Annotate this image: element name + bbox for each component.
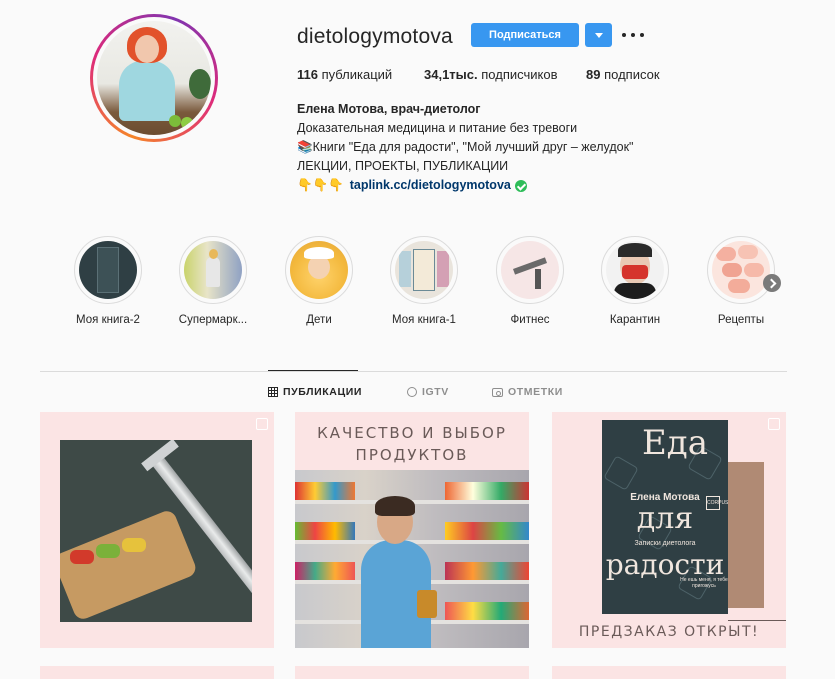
post-decor-block [728, 462, 764, 608]
post-thumbnail[interactable]: КАЧЕСТВО И ВЫБОР ПРОДУКТОВ [295, 412, 529, 648]
posts-label: публикаций [321, 67, 393, 82]
post-thumbnail[interactable] [40, 412, 274, 648]
tab-label: ОТМЕТКИ [508, 386, 563, 398]
post-title-line: ПРОДУКТОВ [355, 446, 469, 464]
post-image [60, 440, 252, 622]
dropdown-chevron-icon [594, 32, 603, 38]
profile-bio: Елена Мотова, врач-диетолог Доказательна… [297, 100, 633, 195]
highlight-my-book-2[interactable]: Моя книга-2 [68, 236, 148, 326]
active-tab-indicator [268, 370, 358, 371]
post-caption-title: КАЧЕСТВО И ВЫБОР ПРОДУКТОВ [295, 422, 529, 466]
book-tagline: Не ешь меня, я тебе пригожусь [680, 577, 728, 589]
tab-label: IGTV [422, 386, 449, 398]
divider-line [728, 620, 786, 621]
profile-avatar[interactable] [90, 14, 218, 142]
following-label: подписок [604, 67, 660, 82]
tab-label: ПУБЛИКАЦИИ [283, 386, 363, 398]
verified-icon [514, 179, 527, 192]
pointing-emoji: 👇👇👇 [297, 178, 344, 192]
full-name: Елена Мотова, врач-диетолог [297, 102, 481, 116]
bio-line: 📚Книги "Еда для радости", "Мой лучший др… [297, 140, 634, 154]
highlight-fitness[interactable]: Фитнес [490, 236, 570, 326]
tab-posts[interactable]: ПУБЛИКАЦИИ [268, 386, 362, 398]
next-arrow-icon[interactable] [763, 274, 781, 292]
highlight-my-book-1[interactable]: Моя книга-1 [384, 236, 464, 326]
book-cover-image: Еда Елена Мотова CORPUS для Записки диет… [602, 420, 728, 614]
post-thumbnail[interactable] [40, 666, 274, 679]
highlight-label: Фитнес [510, 314, 550, 326]
highlight-label: Моя книга-2 [76, 314, 140, 326]
grid-icon [268, 387, 278, 397]
tabs-divider [40, 371, 787, 372]
highlight-label: Моя книга-1 [392, 314, 456, 326]
suggestions-dropdown-button[interactable] [585, 23, 612, 47]
tab-igtv[interactable]: IGTV [407, 386, 449, 398]
post-footer-text: ПРЕДЗАКАЗ ОТКРЫТ! [578, 624, 760, 640]
highlight-supermarket[interactable]: Супермарк... [173, 236, 253, 326]
post-thumbnail[interactable]: Еда Елена Мотова CORPUS для Записки диет… [552, 412, 786, 648]
highlight-label: Рецепты [717, 314, 765, 326]
igtv-icon [407, 387, 417, 397]
stat-followers[interactable]: 34,1тыс. подписчиков [424, 67, 557, 82]
username: dietologymotova [297, 25, 453, 48]
followers-label: подписчиков [481, 67, 558, 82]
bio-line: ЛЕКЦИИ, ПРОЕКТЫ, ПУБЛИКАЦИИ [297, 159, 509, 173]
stat-posts: 116 публикаций [297, 67, 392, 82]
book-title: Еда [641, 423, 709, 463]
followers-count: 34,1тыс. [424, 67, 478, 82]
post-thumbnail[interactable] [295, 666, 529, 679]
highlight-kids[interactable]: Дети [279, 236, 359, 326]
book-subtitle: Записки диетолога [634, 540, 696, 547]
tagged-icon [492, 387, 503, 397]
post-thumbnail[interactable] [552, 666, 786, 679]
highlight-label: Супермарк... [178, 314, 248, 326]
multi-post-icon [768, 418, 780, 430]
highlight-label: Карантин [609, 314, 661, 326]
following-count: 89 [586, 67, 601, 82]
posts-count: 116 [297, 67, 318, 82]
multi-post-icon [256, 418, 268, 430]
post-title-line: КАЧЕСТВО И ВЫБОР [317, 424, 507, 442]
tab-tagged[interactable]: ОТМЕТКИ [492, 386, 563, 398]
follow-button[interactable]: Подписаться [471, 23, 579, 47]
post-image [295, 470, 529, 648]
bio-link-row: 👇👇👇 taplink.cc/dietologymotova [297, 176, 633, 195]
book-title: для [636, 501, 694, 536]
bio-line: Доказательная медицина и питание без тре… [297, 121, 578, 135]
highlight-quarantine[interactable]: Карантин [595, 236, 675, 326]
more-options-icon[interactable] [622, 26, 644, 44]
highlight-label: Дети [306, 314, 332, 326]
stat-following[interactable]: 89 подписок [586, 67, 660, 82]
profile-link[interactable]: taplink.cc/dietologymotova [350, 176, 511, 195]
avatar-image [97, 21, 211, 135]
